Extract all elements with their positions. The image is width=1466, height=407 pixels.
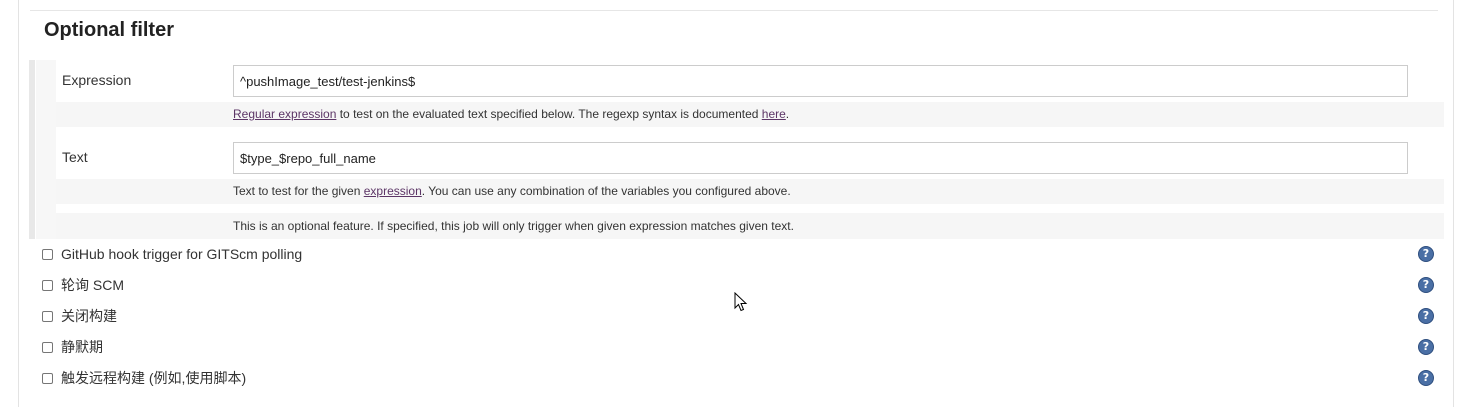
disable-build-checkbox[interactable] <box>42 310 53 322</box>
disable-build-label: 关闭构建 <box>61 308 117 324</box>
quiet-period-label: 静默期 <box>61 339 103 355</box>
trigger-github-hook[interactable]: GitHub hook trigger for GITScm polling <box>42 243 302 265</box>
nested-block-indent <box>36 60 56 239</box>
regexp-syntax-link[interactable]: here <box>762 107 786 121</box>
github-hook-label: GitHub hook trigger for GITScm polling <box>61 246 303 262</box>
optional-note: This is an optional feature. If specifie… <box>233 219 794 233</box>
section-divider <box>30 10 1438 11</box>
text-input[interactable] <box>233 142 1408 174</box>
poll-scm-checkbox[interactable] <box>42 279 53 291</box>
regular-expression-link[interactable]: Regular expression <box>233 107 336 121</box>
remote-build-checkbox[interactable] <box>42 372 53 384</box>
quiet-period-checkbox[interactable] <box>42 341 53 353</box>
help-icon[interactable]: ? <box>1418 277 1434 293</box>
expression-help-text: to test on the evaluated text specified … <box>336 107 762 121</box>
expression-input[interactable] <box>233 65 1408 97</box>
trigger-poll-scm[interactable]: 轮询 SCM <box>42 274 124 296</box>
trigger-quiet-period[interactable]: 静默期 <box>42 336 103 358</box>
text-help: Text to test for the given expression. Y… <box>233 184 791 198</box>
remote-build-label: 触发远程构建 (例如,使用脚本) <box>61 370 247 386</box>
expression-help: Regular expression to test on the evalua… <box>233 107 789 121</box>
expression-label: Expression <box>62 72 132 88</box>
github-hook-checkbox[interactable] <box>42 248 53 260</box>
section-title: Optional filter <box>44 19 174 41</box>
mouse-pointer-icon <box>734 292 748 312</box>
help-icon[interactable]: ? <box>1418 246 1434 262</box>
help-icon[interactable]: ? <box>1418 339 1434 355</box>
expression-link[interactable]: expression <box>364 184 422 198</box>
help-icon[interactable]: ? <box>1418 308 1434 324</box>
nested-block-bar <box>29 60 35 239</box>
trigger-remote-build[interactable]: 触发远程构建 (例如,使用脚本) <box>42 367 246 389</box>
expression-help-end: . <box>785 107 790 121</box>
text-help-start: Text to test for the given <box>233 184 364 198</box>
text-help-end: . You can use any combination of the var… <box>421 184 791 198</box>
poll-scm-label: 轮询 SCM <box>61 277 124 293</box>
help-icon[interactable]: ? <box>1418 370 1434 386</box>
trigger-disable-build[interactable]: 关闭构建 <box>42 305 117 327</box>
text-label: Text <box>62 149 88 165</box>
